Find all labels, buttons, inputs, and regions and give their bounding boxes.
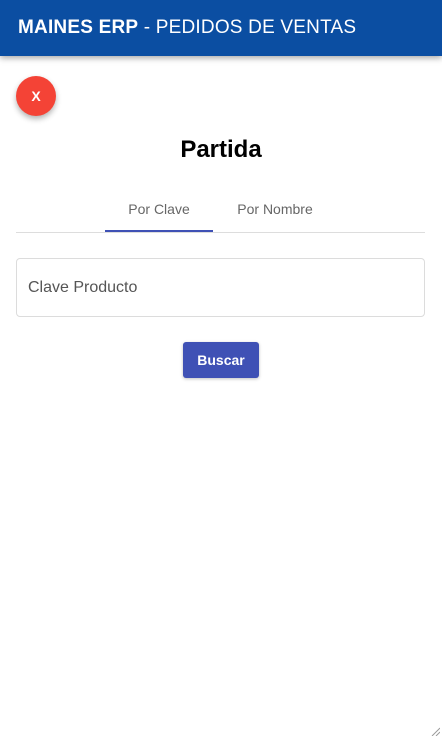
title-separator: - — [138, 17, 156, 38]
search-button[interactable]: Buscar — [183, 342, 259, 378]
page-title: Partida — [180, 136, 262, 163]
app-section: PEDIDOS DE VENTAS — [155, 17, 357, 38]
product-key-field — [16, 258, 425, 317]
close-icon: X — [31, 88, 41, 104]
resize-grip-icon[interactable] — [430, 726, 440, 736]
app-bar: MAINES ERP - PEDIDOS DE VENTAS — [0, 0, 442, 56]
active-tab-indicator — [105, 230, 213, 232]
close-button[interactable]: X — [16, 76, 56, 116]
tab-por-clave[interactable]: Por Clave — [105, 186, 213, 232]
search-tabs: Por Clave Por Nombre — [16, 186, 425, 233]
tab-por-nombre[interactable]: Por Nombre — [221, 186, 329, 232]
app-title: MAINES ERP - PEDIDOS DE VENTAS — [18, 17, 356, 39]
app-brand: MAINES ERP — [18, 17, 139, 38]
product-key-input[interactable] — [17, 259, 424, 316]
